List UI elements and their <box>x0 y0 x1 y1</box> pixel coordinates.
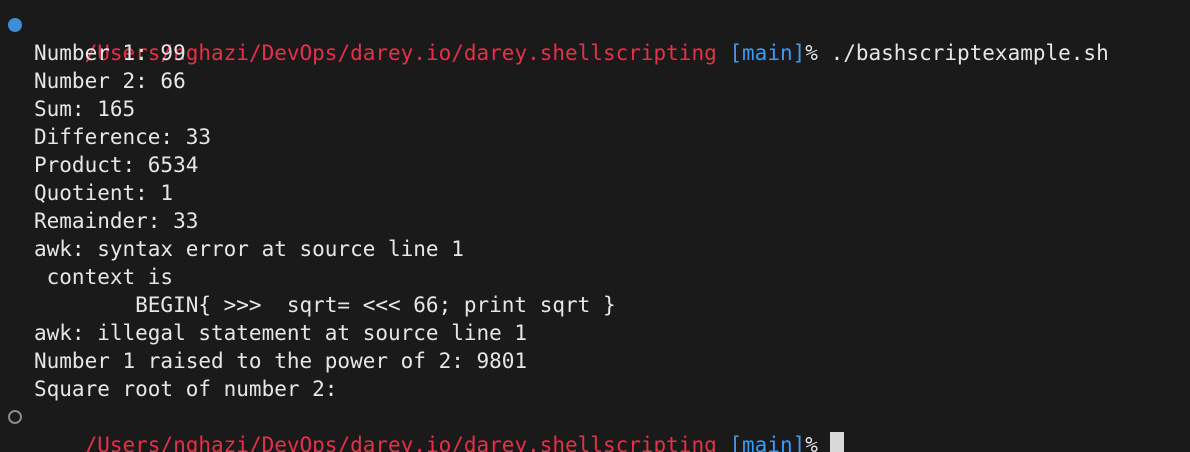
output-line: BEGIN{ >>> sqrt= <<< 66; print sqrt } <box>34 293 616 317</box>
output-line: context is <box>34 265 174 289</box>
output-line: Product: 6534 <box>34 153 199 177</box>
prompt-symbol: % <box>805 433 818 452</box>
output-line: Number 1 raised to the power of 2: 9801 <box>34 349 528 373</box>
command-status-dot-icon[interactable] <box>8 18 22 32</box>
output-line: Number 2: 66 <box>34 69 186 93</box>
output-line: Difference: 33 <box>34 125 212 149</box>
prompt-branch: [main] <box>729 433 806 452</box>
prompt-line-1: /Users/nghazi/DevOps/darey.io/darey.shel… <box>0 11 1190 65</box>
output-line: Sum: 165 <box>34 97 136 121</box>
output-line: Square root of number 2: <box>34 377 338 401</box>
prompt-line-2[interactable]: /Users/nghazi/DevOps/darey.io/darey.shel… <box>0 403 1190 452</box>
output-line: Quotient: 1 <box>34 181 174 205</box>
output-line: awk: syntax error at source line 1 <box>34 237 464 261</box>
output-line: awk: illegal statement at source line 1 <box>34 321 528 345</box>
output-line: Remainder: 33 <box>34 209 199 233</box>
text-cursor[interactable] <box>829 432 844 452</box>
output-line: Number 1: 99 <box>34 41 186 65</box>
terminal-window[interactable]: /Users/nghazi/DevOps/darey.io/darey.shel… <box>0 0 1190 452</box>
prompt-path: /Users/nghazi/DevOps/darey.io/darey.shel… <box>84 433 717 452</box>
command-status-dot-icon[interactable] <box>8 410 22 424</box>
